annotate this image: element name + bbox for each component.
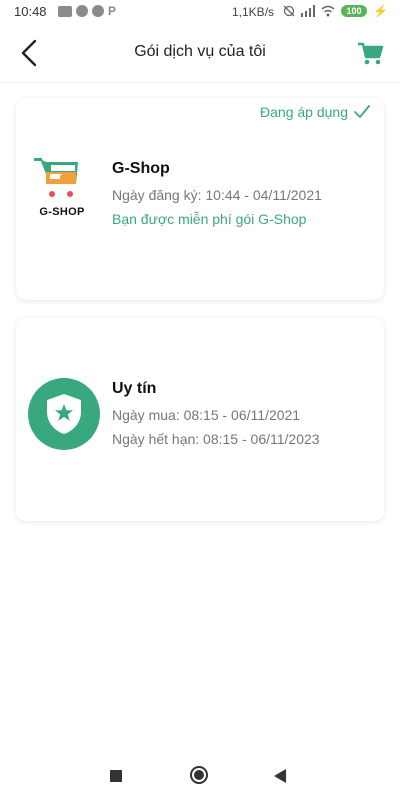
signal-icon [301, 5, 316, 17]
purchase-date: Ngày mua: 08:15 - 06/11/2021 [112, 407, 301, 423]
package-card-gshop[interactable]: Đang áp dụng G-SHOP G-Shop Ngày đăng ký:… [16, 98, 384, 300]
active-status-badge: Đang áp dụng [260, 104, 370, 120]
network-speed: 1,1KB/s [232, 5, 275, 19]
home-button[interactable] [190, 766, 208, 784]
expiry-date: Ngày hết hạn: 08:15 - 06/11/2023 [112, 431, 320, 447]
recent-apps-button[interactable] [110, 770, 122, 782]
uytin-logo [28, 378, 100, 450]
message-icon [58, 5, 72, 17]
nav-back-button[interactable] [274, 769, 286, 783]
app-letter-icon: P [108, 4, 117, 18]
gshop-cart-logo-icon [34, 158, 78, 197]
active-status-label: Đang áp dụng [260, 104, 348, 120]
free-package-note: Bạn được miễn phí gói G-Shop [112, 211, 307, 227]
status-bar: 10:48 P 1,1KB/s 100 ⚡ [0, 0, 400, 24]
package-name: Uy tín [112, 380, 157, 397]
app-icon [92, 5, 104, 17]
package-name: G-Shop [112, 160, 170, 177]
status-system-icons: 100 ⚡ [283, 5, 388, 17]
alarm-off-icon [283, 5, 295, 17]
status-time: 10:48 [14, 4, 47, 19]
registration-date: Ngày đăng ký: 10:44 - 04/11/2021 [112, 187, 322, 203]
battery-icon: 100 [341, 5, 368, 17]
page-title: Gói dịch vụ của tôi [134, 43, 266, 60]
shield-star-icon [47, 394, 81, 434]
package-card-uytin[interactable]: Uy tín Ngày mua: 08:15 - 06/11/2021 Ngày… [16, 318, 384, 521]
app-icon [76, 5, 88, 17]
home-icon [194, 770, 204, 780]
wifi-icon [321, 5, 335, 17]
gshop-logo-text: G-SHOP [39, 206, 85, 218]
check-icon [354, 105, 370, 118]
charging-icon: ⚡ [373, 4, 388, 18]
status-notification-icons: P [58, 5, 116, 17]
cart-button[interactable] [356, 39, 384, 67]
cart-icon [358, 42, 384, 65]
app-bar: Gói dịch vụ của tôi [0, 24, 400, 83]
system-nav-bar [0, 752, 400, 800]
